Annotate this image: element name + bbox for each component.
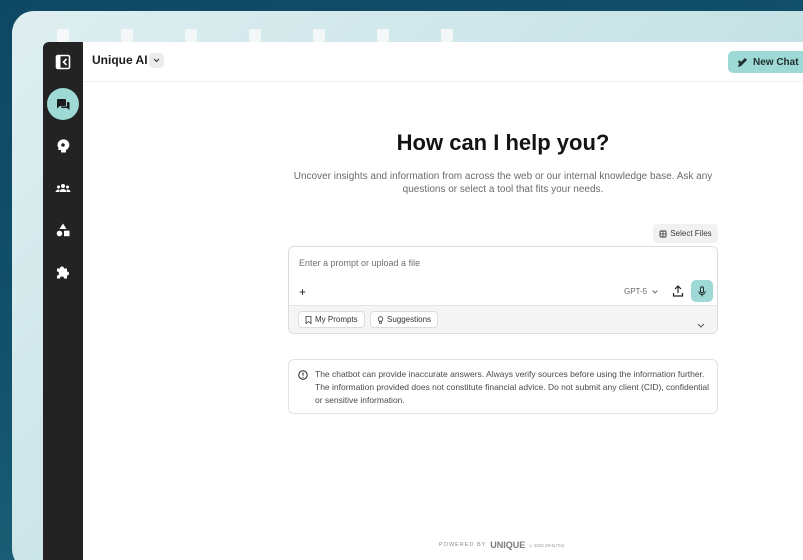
puzzle-icon — [57, 266, 69, 279]
version-label: v. 2025.29-5(704) — [529, 542, 565, 548]
disclaimer-box: The chatbot can provide inaccurate answe… — [288, 359, 718, 414]
composer-toolbar: My Prompts Suggestions — [289, 305, 717, 333]
sidebar-item-shapes[interactable] — [47, 214, 79, 246]
prompt-composer: + GPT-5 My Prompts — [288, 246, 718, 334]
collapse-sidebar-button[interactable] — [47, 46, 79, 78]
suggestions-label: Suggestions — [387, 315, 432, 324]
brain-icon — [57, 139, 70, 153]
powered-by-label: POWERED BY — [439, 542, 487, 548]
sidebar — [43, 42, 83, 560]
expand-toolbar-button[interactable] — [697, 315, 705, 333]
model-select[interactable]: GPT-5 — [624, 287, 658, 296]
prompt-input[interactable] — [299, 256, 699, 270]
users-icon — [55, 184, 71, 192]
app-title: Unique AI — [92, 53, 148, 67]
frame-tab — [185, 29, 197, 42]
frame-tab — [313, 29, 325, 42]
info-icon — [298, 370, 308, 380]
sidebar-item-users[interactable] — [47, 172, 79, 204]
lightbulb-icon — [377, 315, 384, 324]
file-icon — [659, 230, 667, 237]
select-files-label: Select Files — [670, 229, 712, 238]
chevron-down-icon — [652, 289, 658, 294]
suggestions-button[interactable]: Suggestions — [370, 311, 439, 328]
chevron-down-icon — [153, 58, 160, 63]
sidebar-item-brain[interactable] — [47, 130, 79, 162]
collapse-sidebar-icon — [55, 54, 71, 70]
brand-logo: UNIQUE — [490, 540, 526, 550]
app-window: Unique AI New Chat How can I help you? U… — [43, 42, 803, 560]
shapes-icon — [56, 223, 70, 237]
disclaimer-text: The chatbot can provide inaccurate answe… — [315, 369, 710, 405]
new-chat-button[interactable]: New Chat — [728, 51, 803, 73]
model-select-value: GPT-5 — [624, 287, 648, 296]
app-switcher-button[interactable] — [149, 53, 164, 68]
frame-tabs — [57, 29, 453, 42]
frame-tab — [121, 29, 133, 42]
new-chat-icon — [738, 57, 747, 67]
top-bar: Unique AI New Chat — [83, 42, 803, 82]
frame-tab — [57, 29, 69, 42]
new-chat-label: New Chat — [753, 56, 799, 68]
sidebar-item-plugins[interactable] — [47, 256, 79, 288]
chat-icon — [57, 99, 70, 110]
upload-button[interactable] — [671, 284, 685, 298]
sidebar-item-chat[interactable] — [47, 88, 79, 120]
microphone-icon — [698, 285, 706, 296]
frame-tab — [249, 29, 261, 42]
add-attachment-button[interactable]: + — [299, 286, 306, 298]
chevron-down-icon — [697, 323, 705, 328]
powered-by: POWERED BY UNIQUE v. 2025.29-5(704) — [439, 540, 565, 550]
page-heading: How can I help you? — [396, 130, 610, 155]
upload-icon — [672, 285, 684, 297]
voice-input-button[interactable] — [691, 280, 713, 302]
frame-tab — [441, 29, 453, 42]
select-files-button[interactable]: Select Files — [653, 224, 718, 243]
my-prompts-button[interactable]: My Prompts — [298, 311, 365, 328]
plus-icon: + — [299, 285, 307, 299]
page-subheading: Uncover insights and information from ac… — [293, 171, 713, 195]
bookmark-icon — [305, 315, 312, 324]
frame-tab — [377, 29, 389, 42]
my-prompts-label: My Prompts — [315, 315, 358, 324]
